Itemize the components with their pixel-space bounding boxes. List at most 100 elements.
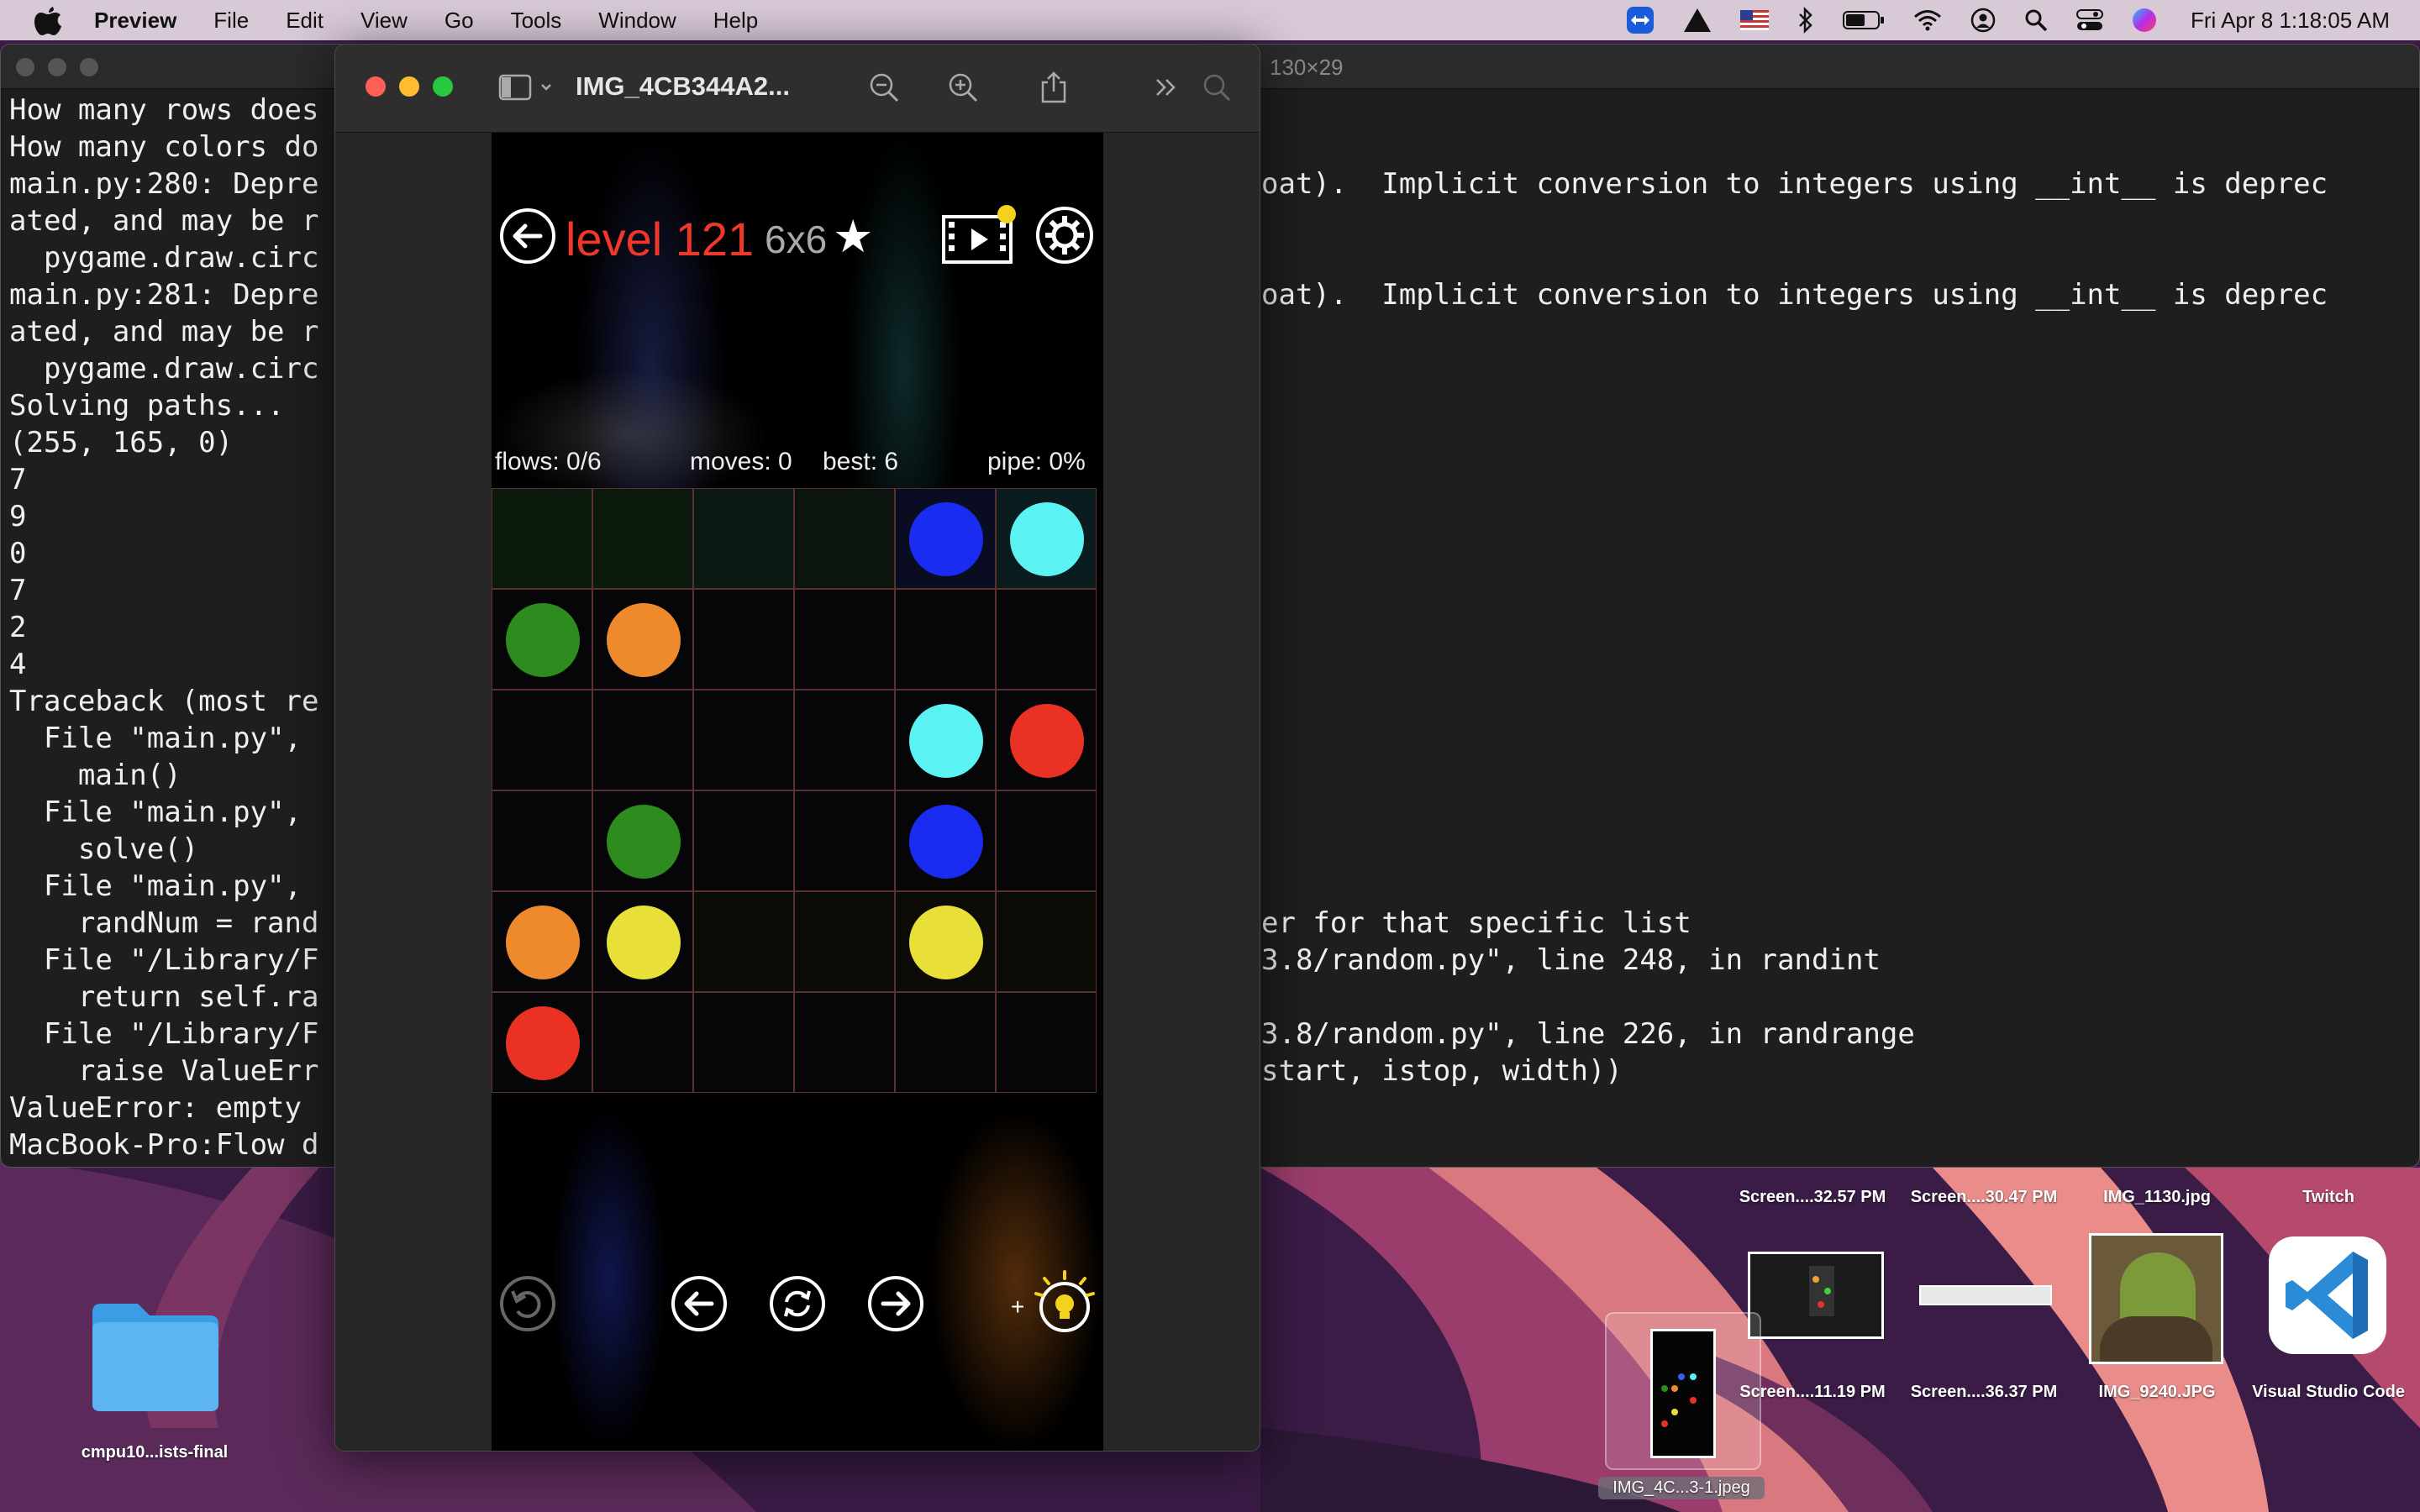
selected-file-highlight[interactable] — [1605, 1312, 1761, 1470]
terminal-zoom-button[interactable] — [80, 58, 98, 76]
back-arrow-icon[interactable] — [498, 207, 557, 265]
board-cell[interactable] — [794, 690, 895, 790]
board-cell[interactable] — [492, 690, 592, 790]
apple-menu-icon[interactable] — [34, 3, 62, 37]
board-cell[interactable] — [592, 790, 693, 891]
board-cell[interactable] — [794, 992, 895, 1093]
board-cell[interactable] — [996, 891, 1097, 992]
board-cell[interactable] — [794, 589, 895, 690]
board-cell[interactable] — [693, 589, 794, 690]
hint-lightbulb-icon[interactable] — [1029, 1268, 1100, 1339]
screenshot-thumbnail[interactable] — [1919, 1285, 2052, 1305]
board-cell[interactable] — [895, 790, 996, 891]
board-cell[interactable] — [492, 790, 592, 891]
menu-help[interactable]: Help — [713, 8, 758, 34]
file-label[interactable]: IMG_9240.JPG — [2069, 1383, 2245, 1402]
cyan-endpoint-dot[interactable] — [909, 704, 983, 778]
next-level-icon[interactable] — [866, 1274, 925, 1333]
menu-clock[interactable]: Fri Apr 8 1:18:05 AM — [2191, 8, 2390, 34]
board-cell[interactable] — [895, 992, 996, 1093]
green-endpoint-dot[interactable] — [607, 805, 681, 879]
board-cell[interactable] — [996, 790, 1097, 891]
board-cell[interactable] — [794, 891, 895, 992]
board-cell[interactable] — [895, 488, 996, 589]
board-cell[interactable] — [895, 589, 996, 690]
menu-tools[interactable]: Tools — [511, 8, 562, 34]
board-cell[interactable] — [693, 790, 794, 891]
menu-app-name[interactable]: Preview — [94, 8, 176, 34]
app-label[interactable]: Twitch — [2240, 1188, 2417, 1207]
selected-file-label[interactable]: IMG_4C...3-1.jpeg — [1598, 1477, 1765, 1499]
board-cell[interactable] — [592, 992, 693, 1093]
blue-endpoint-dot[interactable] — [909, 805, 983, 879]
terminal-close-button[interactable] — [16, 58, 34, 76]
battery-icon[interactable] — [1842, 10, 1885, 30]
board-cell[interactable] — [492, 488, 592, 589]
us-flag-icon[interactable] — [1739, 10, 1769, 30]
board-cell[interactable] — [895, 690, 996, 790]
menu-edit[interactable]: Edit — [286, 8, 324, 34]
board-cell[interactable] — [895, 891, 996, 992]
board-cell[interactable] — [693, 488, 794, 589]
restart-icon[interactable] — [768, 1274, 827, 1333]
photo-thumbnail[interactable] — [2089, 1233, 2223, 1364]
menu-window[interactable]: Window — [598, 8, 676, 34]
video-hint-icon[interactable] — [941, 202, 1018, 267]
more-tools-icon[interactable] — [1149, 70, 1184, 105]
board-cell[interactable] — [996, 992, 1097, 1093]
board-cell[interactable] — [592, 891, 693, 992]
red-endpoint-dot[interactable] — [1010, 704, 1084, 778]
preview-close-button[interactable] — [366, 76, 386, 97]
game-board[interactable] — [492, 488, 1103, 1098]
yellow-endpoint-dot[interactable] — [607, 906, 681, 979]
board-cell[interactable] — [996, 589, 1097, 690]
board-cell[interactable] — [794, 488, 895, 589]
siri-icon[interactable] — [2132, 8, 2157, 33]
preview-minimize-button[interactable] — [399, 76, 419, 97]
orange-endpoint-dot[interactable] — [506, 906, 580, 979]
share-icon[interactable] — [1036, 70, 1071, 105]
teamviewer-icon[interactable] — [1626, 6, 1655, 34]
board-cell[interactable] — [492, 891, 592, 992]
zoom-out-icon[interactable] — [866, 70, 902, 105]
undo-icon[interactable] — [498, 1274, 557, 1333]
folder-label[interactable]: cmpu10...ists-final — [54, 1443, 255, 1462]
board-cell[interactable] — [693, 992, 794, 1093]
screenshot-thumbnail[interactable] — [1748, 1252, 1884, 1339]
menu-view[interactable]: View — [360, 8, 408, 34]
blue-endpoint-dot[interactable] — [909, 502, 983, 576]
board-cell[interactable] — [794, 790, 895, 891]
file-label[interactable]: Screen....30.47 PM — [1896, 1188, 2072, 1207]
green-endpoint-dot[interactable] — [506, 603, 580, 677]
control-center-icon[interactable] — [2075, 8, 2103, 32]
drive-icon[interactable] — [1683, 8, 1712, 33]
board-cell[interactable] — [996, 690, 1097, 790]
menu-go[interactable]: Go — [445, 8, 474, 34]
file-label[interactable]: IMG_1130.jpg — [2069, 1188, 2245, 1207]
spotlight-icon[interactable] — [2024, 8, 2048, 32]
preview-zoom-button[interactable] — [433, 76, 453, 97]
terminal-output-left[interactable]: How many rows does How many colors do main… — [9, 92, 337, 1163]
board-cell[interactable] — [492, 589, 592, 690]
board-cell[interactable] — [996, 488, 1097, 589]
board-cell[interactable] — [693, 690, 794, 790]
app-label[interactable]: Visual Studio Code — [2240, 1383, 2417, 1402]
zoom-in-icon[interactable] — [945, 70, 981, 105]
menu-file[interactable]: File — [213, 8, 249, 34]
cyan-endpoint-dot[interactable] — [1010, 502, 1084, 576]
folder-icon[interactable] — [87, 1300, 222, 1415]
board-cell[interactable] — [492, 992, 592, 1093]
file-label[interactable]: Screen....32.57 PM — [1724, 1188, 1901, 1207]
wifi-icon[interactable] — [1913, 9, 1942, 31]
board-cell[interactable] — [592, 488, 693, 589]
search-icon[interactable] — [1199, 70, 1234, 105]
sidebar-toggle-icon[interactable] — [498, 70, 557, 105]
user-icon[interactable] — [1970, 8, 1996, 33]
settings-gear-icon[interactable] — [1034, 205, 1095, 265]
file-label[interactable]: Screen....36.37 PM — [1896, 1383, 2072, 1402]
bluetooth-icon[interactable] — [1797, 7, 1814, 34]
terminal-minimize-button[interactable] — [48, 58, 66, 76]
board-cell[interactable] — [693, 891, 794, 992]
board-cell[interactable] — [592, 690, 693, 790]
game-screenshot[interactable]: level 121 6x6 ★ flows: 0/6 moves: 0 best… — [492, 133, 1103, 1451]
